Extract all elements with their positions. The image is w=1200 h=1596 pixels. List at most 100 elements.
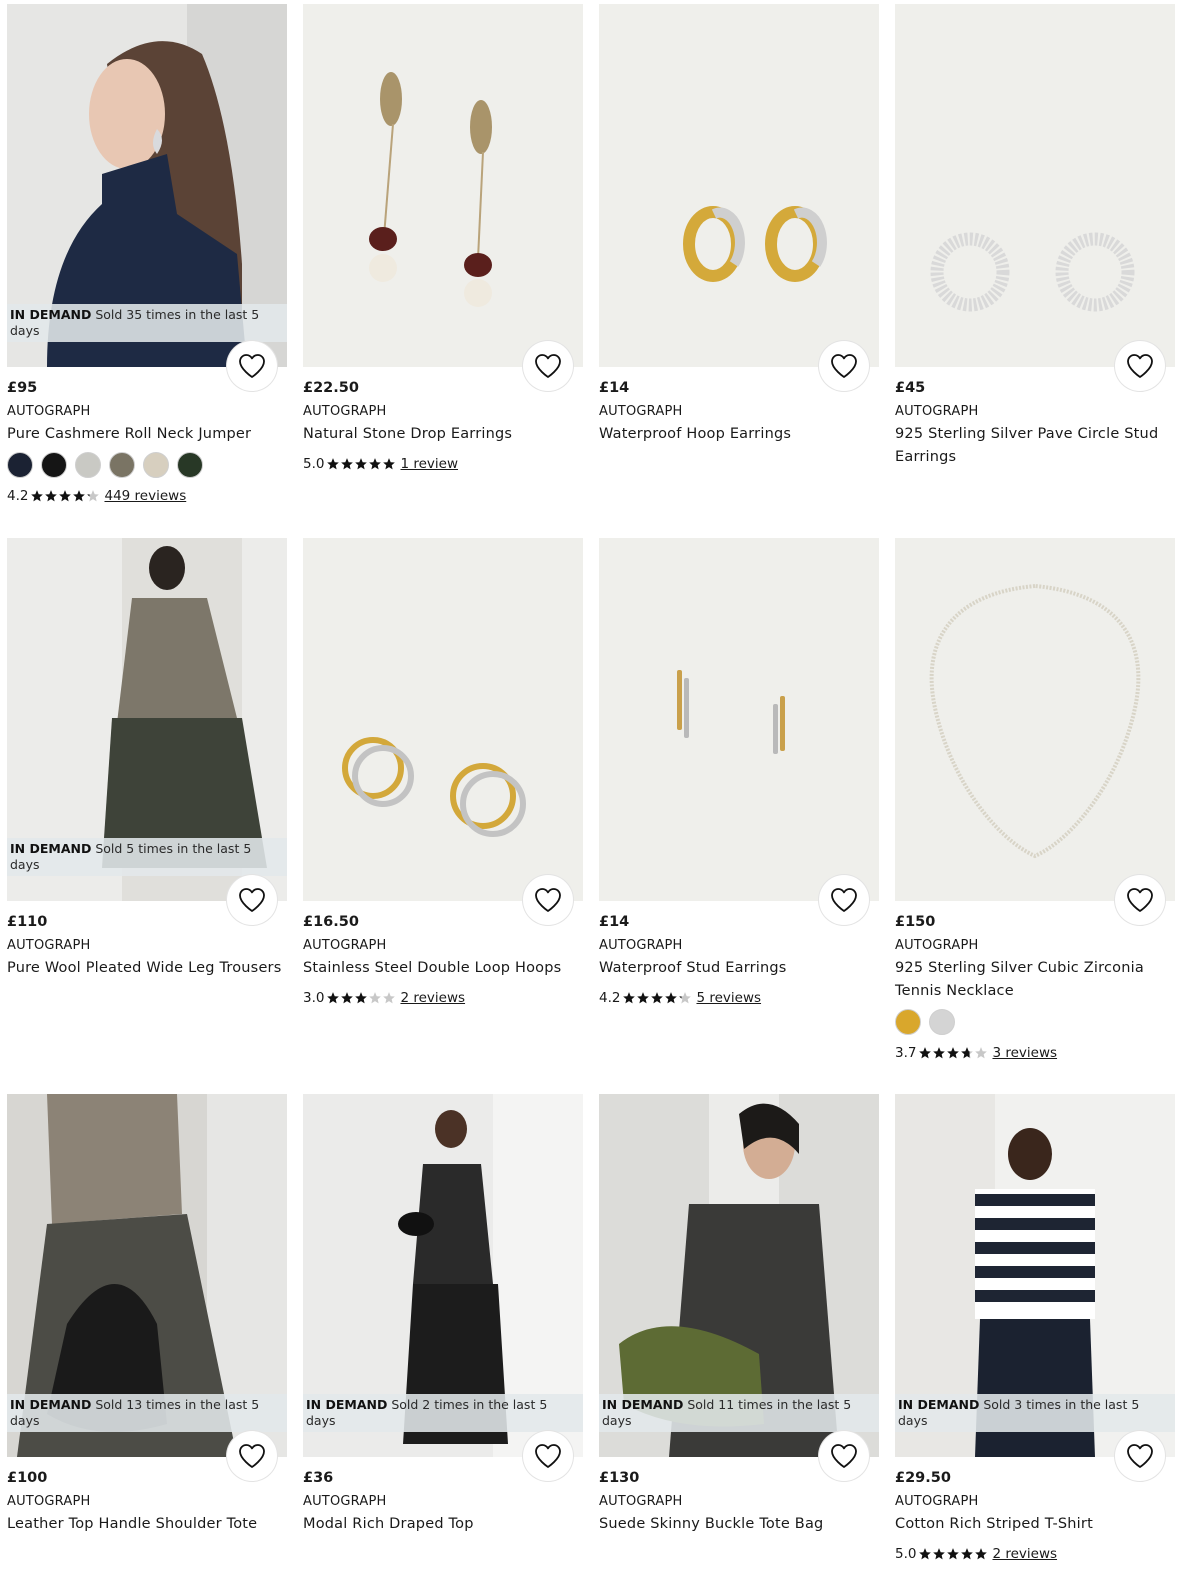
reviews-link[interactable]: 449 reviews bbox=[104, 488, 186, 504]
product-card[interactable]: £22.50 AUTOGRAPH Natural Stone Drop Earr… bbox=[303, 4, 583, 474]
product-image[interactable]: IN DEMAND Sold 11 times in the last 5 da… bbox=[599, 1094, 879, 1457]
colour-swatch[interactable] bbox=[41, 452, 67, 478]
heart-icon bbox=[534, 887, 562, 913]
product-name[interactable]: Modal Rich Draped Top bbox=[303, 1513, 583, 1536]
product-grid: IN DEMAND Sold 35 times in the last 5 da… bbox=[0, 0, 1200, 1596]
product-name[interactable]: Leather Top Handle Shoulder Tote bbox=[7, 1513, 287, 1536]
reviews-link[interactable]: 2 reviews bbox=[400, 990, 465, 1006]
product-image[interactable] bbox=[599, 538, 879, 901]
product-card[interactable]: IN DEMAND Sold 11 times in the last 5 da… bbox=[599, 1094, 879, 1536]
product-name[interactable]: 925 Sterling Silver Pave Circle Stud Ear… bbox=[895, 423, 1175, 469]
circle-stud-photo bbox=[930, 232, 1135, 312]
star-icon bbox=[636, 991, 650, 1005]
product-image[interactable] bbox=[895, 538, 1175, 901]
star-icon bbox=[44, 489, 58, 503]
heart-icon bbox=[238, 353, 266, 379]
wishlist-button[interactable] bbox=[523, 875, 573, 925]
product-card[interactable]: IN DEMAND Sold 2 times in the last 5 day… bbox=[303, 1094, 583, 1536]
product-name[interactable]: Cotton Rich Striped T-Shirt bbox=[895, 1513, 1175, 1536]
star-icon bbox=[974, 1046, 988, 1060]
in-demand-label: IN DEMAND bbox=[10, 1397, 92, 1412]
star-icon bbox=[932, 1046, 946, 1060]
star-icon bbox=[946, 1046, 960, 1060]
product-name[interactable]: Stainless Steel Double Loop Hoops bbox=[303, 957, 583, 980]
wishlist-button[interactable] bbox=[523, 341, 573, 391]
product-image[interactable] bbox=[303, 4, 583, 367]
heart-icon bbox=[1126, 887, 1154, 913]
in-demand-banner: IN DEMAND Sold 3 times in the last 5 day… bbox=[895, 1394, 1175, 1432]
rating-row: 5.0 1 review bbox=[303, 454, 583, 474]
heart-icon bbox=[830, 353, 858, 379]
reviews-link[interactable]: 5 reviews bbox=[696, 990, 761, 1006]
product-card[interactable]: IN DEMAND Sold 35 times in the last 5 da… bbox=[7, 4, 287, 506]
product-brand: AUTOGRAPH bbox=[599, 938, 683, 953]
star-icon bbox=[678, 991, 692, 1005]
product-card[interactable]: £45 AUTOGRAPH 925 Sterling Silver Pave C… bbox=[895, 4, 1175, 469]
in-demand-label: IN DEMAND bbox=[306, 1397, 388, 1412]
rating-value: 4.2 bbox=[7, 488, 29, 504]
heart-icon bbox=[1126, 353, 1154, 379]
rating-row: 5.0 2 reviews bbox=[895, 1544, 1175, 1564]
tennis-necklace-photo bbox=[929, 583, 1141, 859]
product-brand: AUTOGRAPH bbox=[7, 1494, 91, 1509]
rating-value: 5.0 bbox=[895, 1546, 917, 1562]
in-demand-label: IN DEMAND bbox=[10, 841, 92, 856]
colour-swatch[interactable] bbox=[177, 452, 203, 478]
product-info: £150 AUTOGRAPH 925 Sterling Silver Cubic… bbox=[895, 901, 1175, 1063]
star-icon bbox=[340, 991, 354, 1005]
product-brand: AUTOGRAPH bbox=[7, 938, 91, 953]
product-name[interactable]: Natural Stone Drop Earrings bbox=[303, 423, 583, 446]
colour-swatch[interactable] bbox=[895, 1009, 921, 1035]
product-card[interactable]: IN DEMAND Sold 13 times in the last 5 da… bbox=[7, 1094, 287, 1536]
star-icon bbox=[326, 991, 340, 1005]
wishlist-button[interactable] bbox=[819, 1431, 869, 1481]
product-image[interactable] bbox=[895, 4, 1175, 367]
colour-swatch[interactable] bbox=[143, 452, 169, 478]
rating-value: 5.0 bbox=[303, 456, 325, 472]
product-image[interactable]: IN DEMAND Sold 5 times in the last 5 day… bbox=[7, 538, 287, 901]
wishlist-button[interactable] bbox=[819, 341, 869, 391]
colour-swatch[interactable] bbox=[7, 452, 33, 478]
star-icon bbox=[354, 991, 368, 1005]
product-image[interactable]: IN DEMAND Sold 3 times in the last 5 day… bbox=[895, 1094, 1175, 1457]
product-name[interactable]: 925 Sterling Silver Cubic Zirconia Tenni… bbox=[895, 957, 1175, 1003]
product-card[interactable]: £150 AUTOGRAPH 925 Sterling Silver Cubic… bbox=[895, 538, 1175, 1063]
wishlist-button[interactable] bbox=[227, 1431, 277, 1481]
product-card[interactable]: £16.50 AUTOGRAPH Stainless Steel Double … bbox=[303, 538, 583, 1008]
product-image[interactable]: IN DEMAND Sold 35 times in the last 5 da… bbox=[7, 4, 287, 367]
wishlist-button[interactable] bbox=[819, 875, 869, 925]
product-card[interactable]: IN DEMAND Sold 3 times in the last 5 day… bbox=[895, 1094, 1175, 1564]
in-demand-label: IN DEMAND bbox=[898, 1397, 980, 1412]
product-image[interactable] bbox=[599, 4, 879, 367]
colour-swatch[interactable] bbox=[109, 452, 135, 478]
product-name[interactable]: Waterproof Hoop Earrings bbox=[599, 423, 879, 446]
star-icon bbox=[932, 1547, 946, 1561]
wishlist-button[interactable] bbox=[1115, 1431, 1165, 1481]
colour-swatch[interactable] bbox=[929, 1009, 955, 1035]
star-icon bbox=[340, 457, 354, 471]
wishlist-button[interactable] bbox=[227, 875, 277, 925]
product-image[interactable]: IN DEMAND Sold 2 times in the last 5 day… bbox=[303, 1094, 583, 1457]
drop-earrings-photo bbox=[369, 72, 492, 307]
rating-stars bbox=[326, 991, 396, 1005]
star-icon bbox=[30, 489, 44, 503]
product-name[interactable]: Pure Cashmere Roll Neck Jumper bbox=[7, 423, 287, 446]
product-name[interactable]: Suede Skinny Buckle Tote Bag bbox=[599, 1513, 879, 1536]
product-image[interactable] bbox=[303, 538, 583, 901]
product-card[interactable]: £14 AUTOGRAPH Waterproof Hoop Earrings bbox=[599, 4, 879, 446]
product-brand: AUTOGRAPH bbox=[303, 404, 387, 419]
colour-swatch[interactable] bbox=[75, 452, 101, 478]
reviews-link[interactable]: 3 reviews bbox=[992, 1045, 1057, 1061]
product-name[interactable]: Pure Wool Pleated Wide Leg Trousers bbox=[7, 957, 287, 980]
wishlist-button[interactable] bbox=[1115, 875, 1165, 925]
product-card[interactable]: IN DEMAND Sold 5 times in the last 5 day… bbox=[7, 538, 287, 980]
product-image[interactable]: IN DEMAND Sold 13 times in the last 5 da… bbox=[7, 1094, 287, 1457]
reviews-link[interactable]: 1 review bbox=[400, 456, 458, 472]
in-demand-banner: IN DEMAND Sold 2 times in the last 5 day… bbox=[303, 1394, 583, 1432]
wishlist-button[interactable] bbox=[523, 1431, 573, 1481]
product-name[interactable]: Waterproof Stud Earrings bbox=[599, 957, 879, 980]
product-card[interactable]: £14 AUTOGRAPH Waterproof Stud Earrings 4… bbox=[599, 538, 879, 1008]
reviews-link[interactable]: 2 reviews bbox=[992, 1546, 1057, 1562]
wishlist-button[interactable] bbox=[1115, 341, 1165, 391]
wishlist-button[interactable] bbox=[227, 341, 277, 391]
